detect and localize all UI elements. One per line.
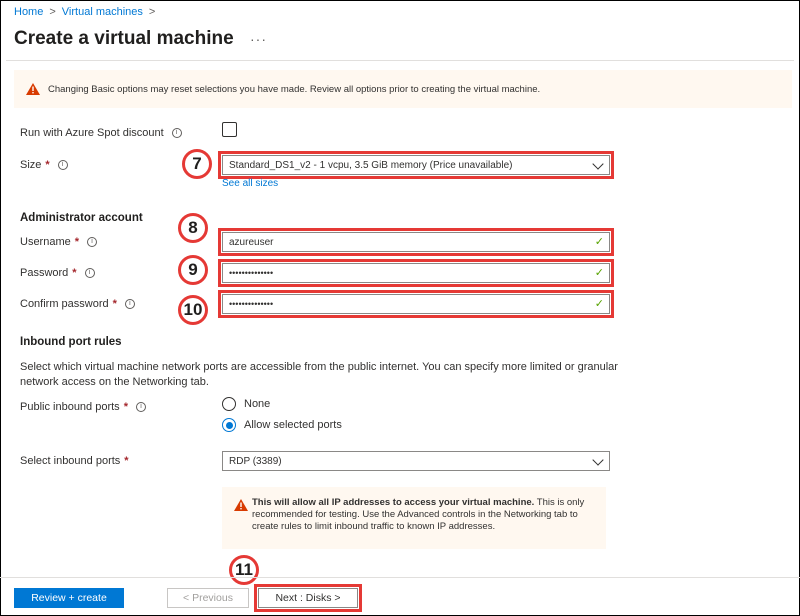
warning-icon (234, 499, 248, 511)
username-value: azureuser (229, 236, 274, 248)
admin-account-heading: Administrator account (20, 212, 143, 224)
chevron-down-icon (592, 454, 604, 466)
radio-label-allow-selected: Allow selected ports (244, 419, 342, 431)
callout-11: 11 (229, 555, 259, 585)
info-icon[interactable]: i (84, 268, 95, 278)
username-label-text: Username (20, 236, 71, 248)
username-input[interactable]: azureuser ✓ (218, 228, 614, 256)
divider (6, 60, 794, 61)
public-inbound-label-text: Public inbound ports (20, 401, 120, 413)
inbound-rules-description: Select which virtual machine network por… (20, 361, 618, 388)
size-label: Size * i (20, 159, 68, 171)
inbound-ports-select[interactable]: RDP (3389) (222, 451, 610, 471)
info-icon[interactable]: i (135, 402, 146, 412)
size-select[interactable]: Standard_DS1_v2 - 1 vcpu, 3.5 GiB memory… (218, 151, 614, 179)
info-icon[interactable]: i (57, 160, 68, 170)
required-marker: * (124, 455, 129, 467)
checkmark-icon: ✓ (594, 298, 604, 310)
required-marker: * (123, 401, 128, 413)
spot-label: Run with Azure Spot discount i (20, 127, 182, 139)
info-icon[interactable]: i (87, 237, 98, 247)
username-label: Username * i (20, 236, 98, 248)
breadcrumb-virtual-machines[interactable]: Virtual machines (62, 6, 143, 18)
breadcrumb-home[interactable]: Home (14, 6, 43, 18)
callout-10: 10 (178, 295, 208, 325)
password-value: •••••••••••••• (229, 268, 274, 278)
next-disks-button[interactable]: Next : Disks > (254, 584, 362, 612)
previous-button[interactable]: < Previous (167, 588, 249, 608)
size-label-text: Size (20, 159, 42, 171)
password-label-text: Password (20, 267, 69, 279)
breadcrumb: Home > Virtual machines > (14, 6, 155, 18)
see-all-sizes-link[interactable]: See all sizes (222, 178, 278, 189)
azure-spot-checkbox[interactable] (222, 122, 237, 137)
page-title: Create a virtual machine (14, 28, 234, 49)
inbound-warning-bold: This will allow all IP addresses to acce… (252, 497, 535, 508)
footer-divider (0, 577, 800, 578)
confirm-password-label: Confirm password * i (20, 298, 135, 310)
warning-banner: Changing Basic options may reset selecti… (14, 70, 792, 108)
radio-button-selected[interactable] (222, 418, 236, 432)
chevron-down-icon (592, 158, 604, 170)
more-options-button[interactable]: ··· (250, 31, 267, 47)
breadcrumb-separator: > (49, 6, 56, 18)
required-marker: * (72, 267, 77, 279)
select-inbound-label-text: Select inbound ports (20, 455, 121, 467)
callout-8: 8 (178, 213, 208, 243)
checkmark-icon: ✓ (594, 236, 604, 248)
inbound-ports-value: RDP (3389) (229, 455, 282, 467)
size-value: Standard_DS1_v2 - 1 vcpu, 3.5 GiB memory… (229, 159, 513, 171)
spot-label-text: Run with Azure Spot discount (20, 127, 164, 139)
confirm-password-input[interactable]: •••••••••••••• ✓ (218, 290, 614, 318)
warning-banner-text: Changing Basic options may reset selecti… (48, 83, 541, 95)
required-marker: * (74, 236, 80, 248)
password-input[interactable]: •••••••••••••• ✓ (218, 259, 614, 287)
public-inbound-label: Public inbound ports * i (20, 401, 146, 413)
warning-icon (26, 83, 40, 95)
radio-allow-selected-ports[interactable]: Allow selected ports (222, 418, 342, 432)
inbound-warning-note: This will allow all IP addresses to acce… (222, 487, 606, 549)
password-label: Password * i (20, 267, 95, 279)
info-icon[interactable]: i (124, 299, 135, 309)
info-icon[interactable]: i (171, 128, 182, 138)
inbound-rules-heading: Inbound port rules (20, 336, 122, 348)
confirm-password-value: •••••••••••••• (229, 299, 274, 309)
confirm-password-label-text: Confirm password (20, 298, 109, 310)
checkmark-icon: ✓ (594, 267, 604, 279)
radio-label-none: None (244, 398, 271, 410)
breadcrumb-separator: > (148, 6, 156, 18)
required-marker: * (45, 159, 50, 171)
radio-none[interactable]: None (222, 397, 270, 411)
callout-9: 9 (178, 255, 208, 285)
radio-button[interactable] (222, 397, 236, 411)
review-create-button[interactable]: Review + create (14, 588, 124, 608)
required-marker: * (112, 298, 117, 310)
select-inbound-label: Select inbound ports * (20, 455, 129, 467)
callout-7: 7 (182, 149, 212, 179)
